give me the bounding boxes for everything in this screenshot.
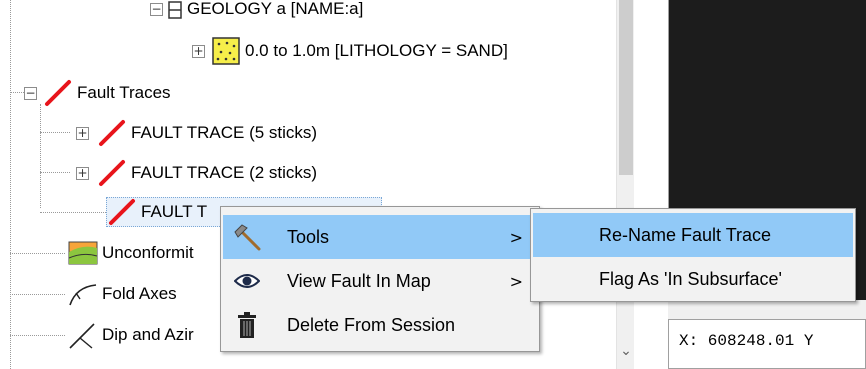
tree-connector: [10, 335, 65, 336]
menu-item-rename-fault-trace[interactable]: Re-Name Fault Trace: [533, 213, 853, 257]
fault-traces-label: Fault Traces: [77, 83, 171, 102]
tree-item-fold-axes[interactable]: Fold Axes: [66, 279, 177, 309]
fault-trace-label: FAULT TRACE (5 sticks): [131, 123, 318, 142]
geology-layer-icon: [168, 1, 182, 19]
fault-line-icon: [99, 160, 125, 186]
tree-item-fault-traces[interactable]: − Fault Traces: [24, 78, 171, 108]
fault-line-icon: [45, 80, 71, 106]
tools-submenu: Re-Name Fault Trace Flag As 'In Subsurfa…: [530, 208, 856, 302]
menu-item-view-fault-in-map[interactable]: View Fault In Map >: [223, 259, 537, 303]
scrollbar-thumb[interactable]: [619, 0, 633, 175]
tree-item-unconformities[interactable]: Unconformit: [66, 238, 194, 268]
tree-connector: [10, 253, 65, 254]
expand-icon[interactable]: +: [192, 44, 205, 58]
menu-item-flag-in-subsurface[interactable]: Flag As 'In Subsurface': [533, 257, 853, 301]
eye-icon: [227, 259, 267, 303]
tree-scrollbar[interactable]: ⌄: [616, 0, 634, 369]
menu-item-delete-from-session[interactable]: Delete From Session: [223, 303, 537, 347]
tree-connector: [40, 104, 41, 208]
fold-axes-label: Fold Axes: [102, 284, 177, 303]
menu-item-label: Delete From Session: [287, 314, 456, 335]
unconformities-label: Unconformit: [102, 243, 194, 262]
trash-icon: [227, 303, 267, 347]
lithology-label: 0.0 to 1.0m [LITHOLOGY = SAND]: [245, 41, 508, 60]
tree-connector: [10, 0, 11, 369]
tree-item-lithology[interactable]: + 0.0 to 1.0m [LITHOLOGY = SAND]: [192, 36, 508, 66]
tree-item-geology[interactable]: − GEOLOGY a [NAME:a]: [150, 0, 363, 24]
dip-azimuth-icon: [69, 323, 95, 349]
fault-trace-label: FAULT TRACE (2 sticks): [131, 163, 318, 182]
unconformity-icon: [68, 241, 98, 265]
expand-icon[interactable]: +: [76, 166, 89, 180]
context-menu: Tools > View Fault In Map > Delete From …: [220, 206, 540, 352]
submenu-arrow-icon: >: [509, 227, 523, 247]
scroll-down-arrow-icon[interactable]: ⌄: [617, 339, 635, 369]
menu-item-tools[interactable]: Tools >: [223, 215, 537, 259]
tree-item-dip-azimuth[interactable]: Dip and Azir: [66, 320, 194, 350]
fault-trace-label: FAULT T: [141, 202, 208, 221]
tree-connector: [40, 172, 70, 173]
menu-item-label: View Fault In Map: [287, 270, 431, 291]
sand-pattern-icon: [212, 37, 240, 65]
tree-connector: [40, 132, 70, 133]
geology-label: GEOLOGY a [NAME:a]: [187, 0, 364, 18]
fault-line-icon: [99, 120, 125, 146]
tree-item-fault-trace-1[interactable]: + FAULT TRACE (5 sticks): [76, 118, 317, 148]
menu-item-label: Tools: [287, 226, 330, 247]
fault-line-icon: [109, 199, 135, 225]
submenu-arrow-icon: >: [509, 271, 523, 291]
collapse-icon[interactable]: −: [150, 2, 163, 16]
tree-connector: [10, 294, 65, 295]
map-panel: [668, 0, 866, 369]
fold-axis-icon: [69, 284, 97, 306]
collapse-icon[interactable]: −: [24, 86, 37, 100]
hammer-icon: [227, 215, 267, 259]
expand-icon[interactable]: +: [76, 126, 89, 140]
dip-azimuth-label: Dip and Azir: [102, 325, 194, 344]
tree-connector: [40, 212, 106, 213]
tree-item-fault-trace-2[interactable]: + FAULT TRACE (2 sticks): [76, 158, 317, 188]
coordinate-readout: X: 608248.01 Y: [668, 319, 866, 369]
